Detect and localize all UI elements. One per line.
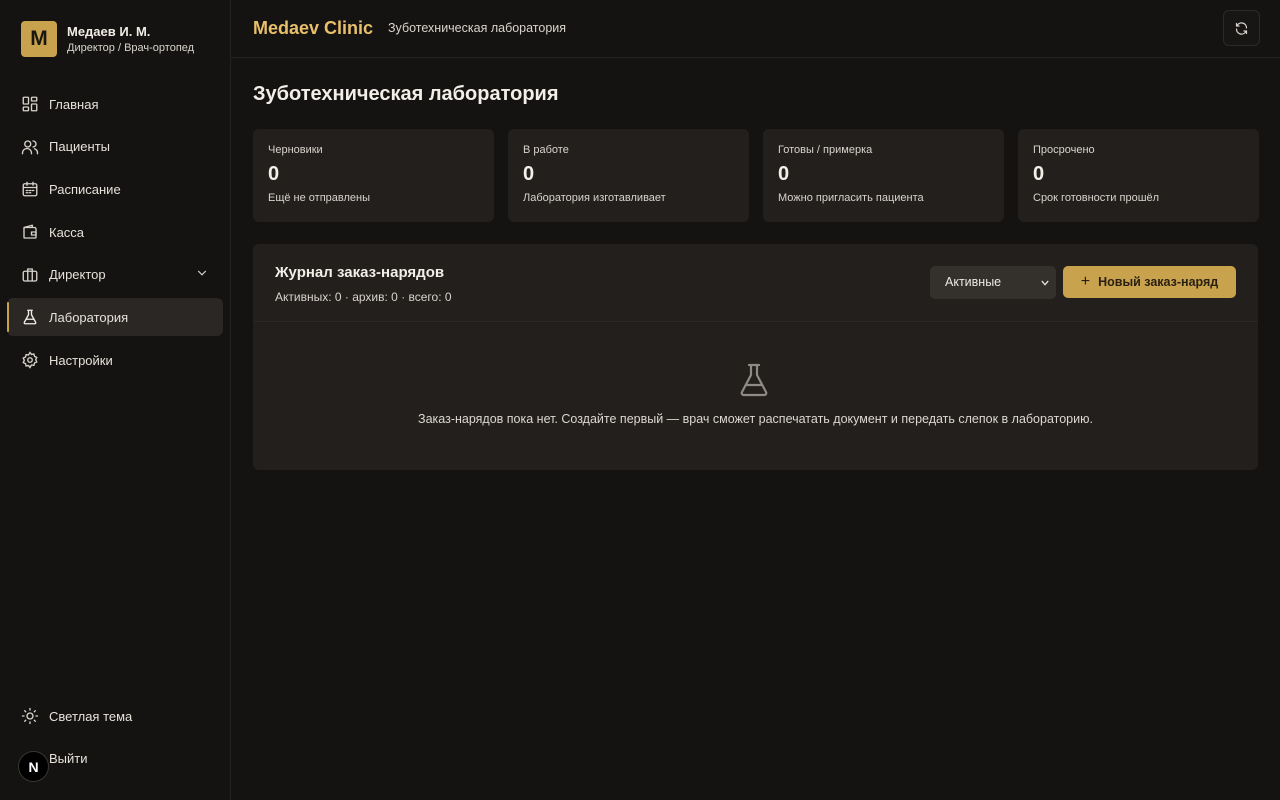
wallet-icon bbox=[23, 224, 37, 239]
stat-value: 0 bbox=[1033, 163, 1045, 185]
logout-label: Выйти bbox=[49, 751, 88, 767]
stat-card-overdue: Просрочено 0 Срок готовности прошёл bbox=[1018, 129, 1259, 222]
refresh-button[interactable] bbox=[1223, 10, 1260, 46]
breadcrumb: Зуботехническая лаборатория bbox=[388, 21, 567, 35]
chevron-down-icon bbox=[197, 270, 207, 276]
empty-state-text: Заказ-нарядов пока нет. Создайте первый … bbox=[418, 412, 1093, 426]
sidebar-nav: Главная Пациенты Расписание Касса Директ… bbox=[7, 85, 223, 384]
calendar-icon bbox=[22, 181, 38, 197]
dev-tools-badge[interactable]: N bbox=[18, 751, 49, 782]
gear-icon bbox=[22, 351, 38, 369]
new-order-button[interactable]: + Новый заказ-наряд bbox=[1063, 266, 1236, 298]
sidebar-item-cashbox[interactable]: Касса bbox=[7, 213, 223, 251]
orders-journal: Журнал заказ-нарядов Активных: 0 · архив… bbox=[253, 244, 1258, 470]
sidebar-item-label: Настройки bbox=[49, 352, 113, 368]
stat-subtitle: Лаборатория изготавливает bbox=[523, 192, 666, 204]
stat-value: 0 bbox=[523, 163, 535, 185]
users-icon bbox=[21, 140, 39, 155]
brand-logo[interactable]: Medaev Clinic bbox=[253, 18, 373, 39]
theme-toggle[interactable]: Светлая тема bbox=[7, 697, 223, 735]
sidebar-item-director[interactable]: Директор bbox=[7, 256, 223, 294]
sidebar-item-label: Пациенты bbox=[49, 139, 110, 155]
stat-card-ready: Готовы / примерка 0 Можно пригласить пац… bbox=[763, 129, 1004, 222]
sidebar-item-settings[interactable]: Настройки bbox=[7, 341, 223, 379]
stat-value: 0 bbox=[268, 163, 280, 185]
sidebar-item-label: Лаборатория bbox=[49, 309, 129, 325]
sidebar-item-patients[interactable]: Пациенты bbox=[7, 128, 223, 166]
sun-icon bbox=[21, 707, 39, 725]
sidebar: М Медаев И. М. Директор / Врач-ортопед Г… bbox=[0, 0, 231, 800]
dashboard-icon bbox=[22, 96, 38, 112]
journal-counts: Активных: 0 · архив: 0 · всего: 0 bbox=[275, 290, 452, 304]
sidebar-item-home[interactable]: Главная bbox=[7, 85, 223, 123]
status-filter-value: Активные bbox=[945, 275, 1002, 289]
stat-label: В работе bbox=[523, 144, 569, 156]
stat-card-drafts: Черновики 0 Ещё не отправлены bbox=[253, 129, 494, 222]
top-bar: Medaev Clinic Зуботехническая лаборатори… bbox=[231, 0, 1280, 58]
sidebar-item-label: Касса bbox=[49, 224, 85, 240]
stat-label: Готовы / примерка bbox=[778, 144, 873, 156]
stat-subtitle: Ещё не отправлены bbox=[268, 192, 371, 204]
stat-card-in-progress: В работе 0 Лаборатория изготавливает bbox=[508, 129, 749, 222]
stat-subtitle: Можно пригласить пациента bbox=[778, 192, 924, 204]
journal-header: Журнал заказ-нарядов Активных: 0 · архив… bbox=[253, 244, 1258, 322]
sidebar-item-laboratory[interactable]: Лаборатория bbox=[7, 298, 223, 337]
plus-icon: + bbox=[1080, 273, 1091, 290]
sidebar-item-label: Главная bbox=[49, 96, 99, 112]
flask-icon bbox=[23, 310, 37, 325]
stat-label: Просрочено bbox=[1033, 144, 1095, 156]
stat-label: Черновики bbox=[268, 144, 323, 156]
refresh-icon bbox=[1235, 21, 1248, 35]
user-name: Медаев И. М. bbox=[67, 23, 151, 39]
user-profile[interactable]: М Медаев И. М. Директор / Врач-ортопед bbox=[21, 21, 194, 57]
sidebar-item-label: Директор bbox=[49, 267, 106, 283]
stat-subtitle: Срок готовности прошёл bbox=[1033, 192, 1160, 204]
avatar: М bbox=[21, 21, 57, 57]
status-filter-select[interactable]: Активные bbox=[930, 266, 1056, 299]
flask-icon bbox=[740, 363, 768, 397]
sidebar-item-schedule[interactable]: Расписание bbox=[7, 170, 223, 208]
theme-toggle-label: Светлая тема bbox=[49, 708, 133, 724]
page-title: Зуботехническая лаборатория bbox=[253, 83, 559, 105]
briefcase-icon bbox=[22, 268, 38, 282]
stat-value: 0 bbox=[778, 163, 790, 185]
user-role: Директор / Врач-ортопед bbox=[67, 41, 195, 54]
new-order-label: Новый заказ-наряд bbox=[1098, 275, 1219, 289]
journal-title: Журнал заказ-нарядов bbox=[275, 264, 445, 281]
chevron-down-icon bbox=[1041, 280, 1049, 286]
sidebar-item-label: Расписание bbox=[49, 181, 121, 197]
